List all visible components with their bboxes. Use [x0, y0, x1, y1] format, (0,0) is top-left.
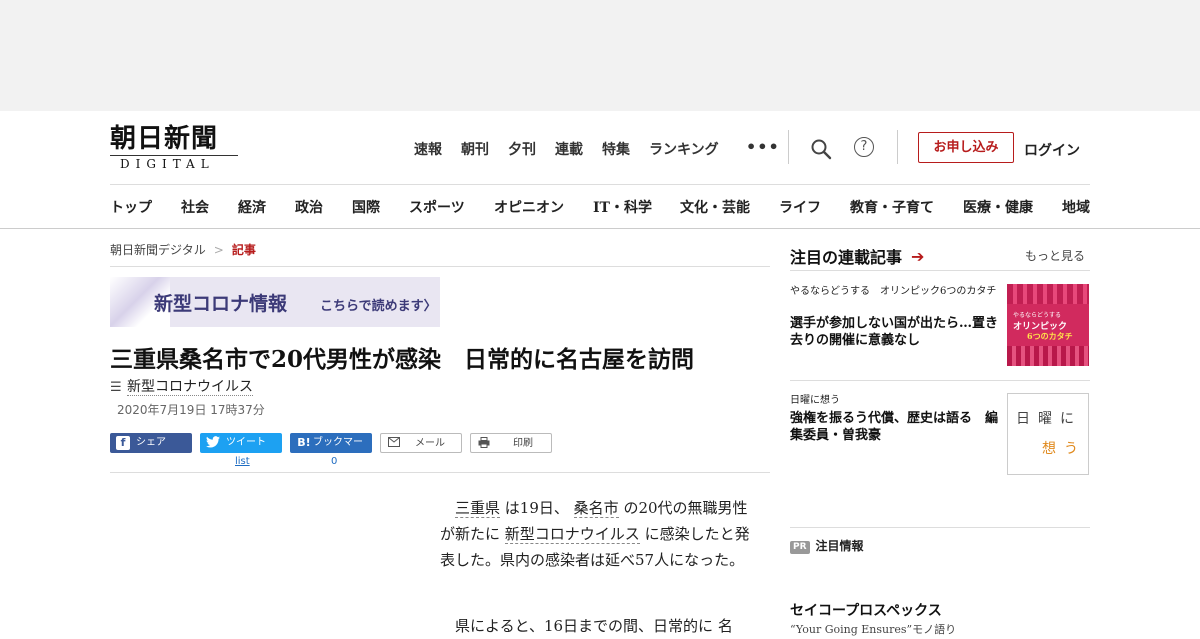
- site-header: 朝日新聞 DIGITAL 速報 朝刊 夕刊 連載 特集 ランキング ••• ? …: [0, 111, 1200, 229]
- twitter-share-label: ツイート: [226, 437, 266, 448]
- keyword-link[interactable]: 三重県: [455, 499, 501, 518]
- printer-icon: [477, 437, 491, 451]
- cat-economy[interactable]: 経済: [238, 197, 295, 217]
- share-rule: [110, 472, 770, 473]
- cat-top[interactable]: トップ: [110, 197, 181, 217]
- keyword-link[interactable]: 新型コロナウイルス: [504, 525, 640, 544]
- print-label: 印刷: [513, 438, 533, 449]
- article-tag-row: ☰ 新型コロナウイルス: [110, 376, 253, 396]
- arrow-right-icon[interactable]: ➔: [911, 247, 924, 266]
- cat-sports[interactable]: スポーツ: [409, 197, 494, 217]
- cat-education[interactable]: 教育・子育て: [850, 197, 963, 217]
- header-rule: [110, 184, 1090, 185]
- card-title: 強権を振るう代償、歴史は語る 編集委員・曽我豪: [790, 411, 999, 443]
- logo-subtitle: DIGITAL: [120, 157, 215, 171]
- promo-subtitle[interactable]: “Your Going Ensures”モノ語り: [790, 621, 956, 637]
- card-title: 選手が参加しない国が出たら…置き去りの開催に意義なし: [790, 316, 999, 348]
- paragraph-text: は19日、: [500, 499, 574, 517]
- article-paragraph: 三重県 は19日、 桑名市 の20代の無職男性が新たに 新型コロナウイルス に感…: [440, 495, 754, 573]
- corona-info-banner[interactable]: 新型コロナ情報 こちらで読めます〉: [110, 277, 440, 327]
- header-divider: [897, 130, 898, 164]
- thumbnail-decoration: [1007, 346, 1089, 366]
- print-button[interactable]: 印刷: [470, 433, 552, 453]
- thumbnail-decoration: [1007, 284, 1089, 304]
- facebook-share-label: シェア: [136, 437, 166, 448]
- article-tag[interactable]: 新型コロナウイルス: [127, 379, 253, 396]
- more-menu-icon[interactable]: •••: [746, 137, 780, 156]
- pr-section-header: PR 注目情報: [790, 537, 864, 554]
- thumbnail-text: 想う: [1042, 441, 1086, 457]
- nav-rensai[interactable]: 連載: [555, 139, 583, 159]
- promo-title[interactable]: セイコープロスペックス: [790, 600, 942, 620]
- cat-region[interactable]: 地域: [1062, 197, 1090, 217]
- article-date: 2020年7月19日 17時37分: [117, 403, 265, 417]
- nav-choukan[interactable]: 朝刊: [461, 139, 489, 159]
- banner-link: こちらで読めます〉: [320, 299, 437, 314]
- breadcrumb-separator: >: [213, 243, 224, 257]
- site-logo[interactable]: 朝日新聞 DIGITAL: [110, 125, 242, 171]
- search-icon[interactable]: [810, 138, 832, 160]
- hatena-bookmark-button[interactable]: B! ブックマーク: [290, 433, 372, 468]
- mail-label: メール: [415, 438, 445, 449]
- keyword-link[interactable]: 桑名市: [573, 499, 619, 518]
- twitter-share-button[interactable]: ツイート: [200, 433, 282, 453]
- top-nav: 速報 朝刊 夕刊 連載 特集 ランキング: [414, 139, 738, 159]
- breadcrumb: 朝日新聞デジタル > 記事: [110, 241, 256, 258]
- cat-international[interactable]: 国際: [352, 197, 409, 217]
- series-thumbnail[interactable]: 日曜に 想う: [1007, 393, 1089, 475]
- article-headline: 三重県桑名市で20代男性が感染 日常的に名古屋を訪問: [110, 346, 695, 373]
- mail-icon: [387, 437, 401, 451]
- ad-banner-area: [0, 0, 1200, 111]
- login-link[interactable]: ログイン: [1024, 140, 1080, 160]
- nav-ranking[interactable]: ランキング: [649, 139, 719, 159]
- pr-label: 注目情報: [815, 539, 864, 553]
- breadcrumb-current: 記事: [231, 243, 256, 257]
- paragraph-text: 県によると、16日までの間、日常的に 名: [455, 617, 733, 635]
- hatena-count[interactable]: 0: [331, 456, 337, 467]
- nav-tokushu[interactable]: 特集: [602, 139, 630, 159]
- facebook-icon: f: [116, 436, 130, 450]
- banner-title: 新型コロナ情報: [154, 293, 288, 315]
- cat-health[interactable]: 医療・健康: [963, 197, 1062, 217]
- help-icon[interactable]: ?: [854, 137, 874, 157]
- logo-rule: [110, 155, 238, 156]
- series-thumbnail[interactable]: やるならどうする オリンピック 6つのカタチ: [1007, 284, 1089, 366]
- cat-opinion[interactable]: オピニオン: [494, 197, 593, 217]
- card-category: やるならどうする オリンピック6つのカタチ: [790, 286, 997, 297]
- breadcrumb-home[interactable]: 朝日新聞デジタル: [110, 243, 206, 257]
- subscribe-button[interactable]: お申し込み: [918, 132, 1014, 163]
- cat-life[interactable]: ライフ: [779, 197, 850, 217]
- article-paragraph: 県によると、16日までの間、日常的に 名: [440, 613, 754, 639]
- list-icon: ☰: [110, 380, 122, 395]
- cat-politics[interactable]: 政治: [295, 197, 352, 217]
- sidebar-title[interactable]: 注目の連載記事: [790, 244, 902, 268]
- pr-badge: PR: [790, 541, 810, 554]
- sidebar-more-link[interactable]: もっと見る: [1025, 247, 1085, 264]
- pr-rule: [790, 527, 1090, 528]
- thumbnail-text: 6つのカタチ: [1027, 331, 1073, 341]
- cat-culture[interactable]: 文化・芸能: [680, 197, 779, 217]
- card-category: 日曜に想う: [790, 395, 840, 406]
- cat-it-science[interactable]: IT・科学: [593, 197, 680, 217]
- twitter-icon: [206, 436, 220, 450]
- thumbnail-text: やるならどうする: [1013, 312, 1062, 319]
- nav-yuukan[interactable]: 夕刊: [508, 139, 536, 159]
- thumbnail-text: 日曜に: [1016, 411, 1082, 427]
- nav-sokuho[interactable]: 速報: [414, 139, 442, 159]
- header-divider: [788, 130, 789, 164]
- mail-share-button[interactable]: メール: [380, 433, 462, 453]
- twitter-count[interactable]: list: [235, 456, 250, 467]
- facebook-share-button[interactable]: f シェア: [110, 433, 192, 453]
- category-nav: トップ 社会 経済 政治 国際 スポーツ オピニオン IT・科学 文化・芸能 ラ…: [110, 197, 1090, 217]
- cat-society[interactable]: 社会: [181, 197, 238, 217]
- logo-title: 朝日新聞: [110, 124, 219, 154]
- breadcrumb-rule: [110, 266, 770, 267]
- hatena-icon: B!: [297, 436, 311, 449]
